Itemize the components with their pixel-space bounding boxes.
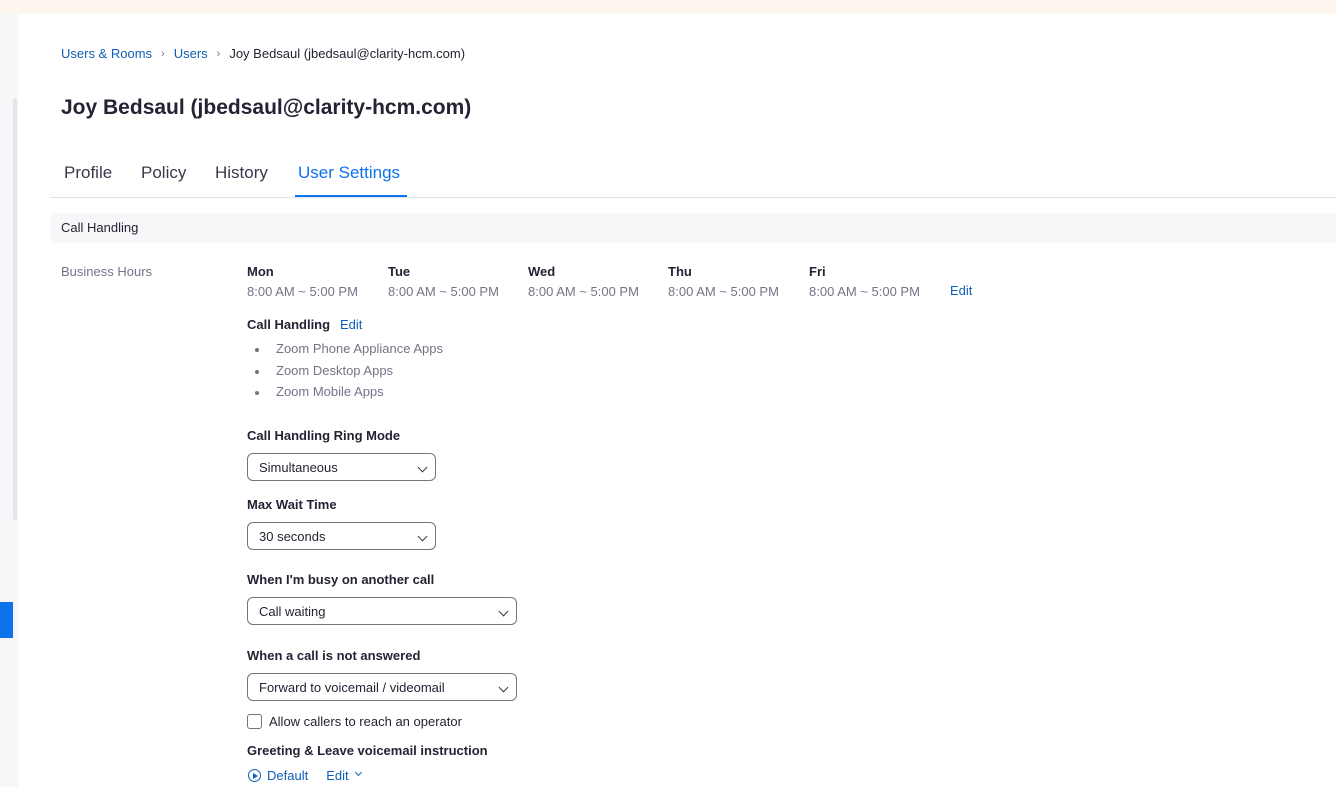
- select-value: Forward to voicemail / videomail: [259, 680, 445, 695]
- call-handling-apps-list: Zoom Phone Appliance Apps Zoom Desktop A…: [254, 341, 443, 406]
- busy-label: When I'm busy on another call: [247, 572, 435, 587]
- breadcrumb-users-rooms-link[interactable]: Users & Rooms: [61, 46, 152, 61]
- breadcrumb-current: Joy Bedsaul (jbedsaul@clarity-hcm.com): [229, 46, 466, 61]
- business-hours-label: Business Hours: [61, 264, 153, 279]
- default-greeting-link[interactable]: Default: [267, 768, 308, 783]
- ring-mode-label: Call Handling Ring Mode: [247, 428, 401, 443]
- breadcrumb-users-link[interactable]: Users: [174, 46, 208, 61]
- sidebar-scrollbar[interactable]: [13, 98, 17, 520]
- chevron-down-icon: [498, 606, 509, 617]
- operator-option[interactable]: Allow callers to reach an operator: [247, 714, 462, 729]
- page-title: Joy Bedsaul (jbedsaul@clarity-hcm.com): [61, 96, 472, 119]
- greeting-label: Greeting & Leave voicemail instruction: [247, 743, 488, 758]
- day-hours: 8:00 AM ~ 5:00 PM: [388, 284, 499, 299]
- day-tue: Tue 8:00 AM ~ 5:00 PM: [388, 264, 499, 299]
- tab-bar: Profile Policy History User Settings: [50, 157, 1336, 198]
- tab-profile[interactable]: Profile: [64, 163, 112, 183]
- left-sidebar-edge: [0, 14, 18, 787]
- chevron-down-icon: [498, 682, 509, 693]
- day-mon: Mon 8:00 AM ~ 5:00 PM: [247, 264, 358, 299]
- tab-history[interactable]: History: [215, 163, 268, 183]
- greeting-controls: Default Edit: [248, 768, 362, 783]
- call-handling-label: Call Handling: [247, 317, 331, 332]
- not-answered-select[interactable]: Forward to voicemail / videomail: [247, 673, 517, 701]
- chevron-right-icon: ›: [161, 47, 165, 60]
- active-tab-indicator: [295, 195, 407, 197]
- select-value: Simultaneous: [259, 460, 338, 475]
- day-hours: 8:00 AM ~ 5:00 PM: [809, 284, 920, 299]
- tab-policy[interactable]: Policy: [141, 163, 186, 183]
- day-hours: 8:00 AM ~ 5:00 PM: [247, 284, 358, 299]
- chevron-down-icon: [417, 531, 428, 542]
- edit-greeting-dropdown[interactable]: Edit: [326, 768, 348, 783]
- day-name: Thu: [668, 264, 692, 279]
- sidebar-active-indicator: [0, 602, 13, 638]
- day-name: Fri: [809, 264, 826, 279]
- day-fri: Fri 8:00 AM ~ 5:00 PM: [809, 264, 920, 299]
- select-value: 30 seconds: [259, 529, 326, 544]
- max-wait-select[interactable]: 30 seconds: [247, 522, 436, 550]
- select-value: Call waiting: [259, 604, 326, 619]
- chevron-down-icon: [417, 462, 428, 473]
- section-header-call-handling: Call Handling: [51, 213, 1336, 243]
- play-icon[interactable]: [248, 769, 261, 782]
- day-name: Tue: [388, 264, 411, 279]
- day-wed: Wed 8:00 AM ~ 5:00 PM: [528, 264, 639, 299]
- day-name: Mon: [247, 264, 274, 279]
- list-item: Zoom Phone Appliance Apps: [254, 341, 443, 363]
- edit-call-handling-link[interactable]: Edit: [340, 317, 362, 332]
- not-answered-label: When a call is not answered: [247, 648, 421, 663]
- list-item: Zoom Mobile Apps: [254, 384, 443, 406]
- day-hours: 8:00 AM ~ 5:00 PM: [668, 284, 779, 299]
- section-title: Call Handling: [61, 220, 139, 235]
- max-wait-label: Max Wait Time: [247, 497, 337, 512]
- operator-checkbox[interactable]: [247, 714, 262, 729]
- day-thu: Thu 8:00 AM ~ 5:00 PM: [668, 264, 779, 299]
- day-hours: 8:00 AM ~ 5:00 PM: [528, 284, 639, 299]
- edit-business-hours-link[interactable]: Edit: [950, 283, 972, 298]
- top-banner: [0, 0, 1336, 14]
- chevron-right-icon: ›: [216, 47, 221, 60]
- breadcrumb: Users & Rooms › Users › Joy Bedsaul (jbe…: [61, 46, 465, 61]
- ring-mode-select[interactable]: Simultaneous: [247, 453, 436, 481]
- list-item: Zoom Desktop Apps: [254, 363, 443, 385]
- tab-user-settings[interactable]: User Settings: [298, 163, 400, 183]
- busy-select[interactable]: Call waiting: [247, 597, 517, 625]
- chevron-down-icon: [354, 768, 362, 777]
- day-name: Wed: [528, 264, 556, 279]
- operator-checkbox-label: Allow callers to reach an operator: [269, 714, 462, 729]
